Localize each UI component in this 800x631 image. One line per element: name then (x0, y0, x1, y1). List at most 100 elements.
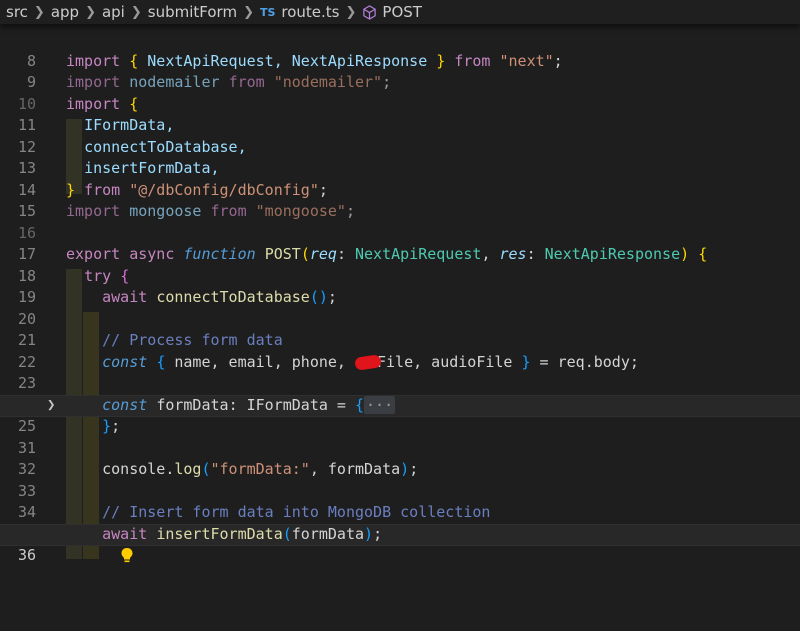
keyword: async (129, 245, 175, 263)
keyword: import (66, 73, 121, 91)
punct: ; (345, 202, 355, 220)
keyword: function (183, 245, 256, 263)
punct: ; (373, 524, 383, 543)
bracket: { (698, 245, 708, 263)
identifier: formData (156, 395, 229, 414)
bracket: } (66, 180, 76, 199)
typescript-file-icon: TS (259, 5, 276, 19)
fold-chevron-icon[interactable]: ❯ (47, 395, 55, 417)
keyword: import (66, 202, 121, 220)
keyword: from (210, 202, 247, 220)
code-line: 9 import { NextApiRequest, NextApiRespon… (0, 51, 800, 92)
punct: : (228, 395, 247, 414)
punct: , (309, 460, 328, 478)
code-line: 31 }; (0, 416, 800, 457)
code-line: 15 } from "@/dbConfig/dbConfig"; (0, 180, 800, 221)
breadcrumb-item-api[interactable]: api (102, 3, 125, 21)
import-names: NextApiRequest, NextApiResponse (138, 51, 437, 70)
keyword: await (102, 288, 148, 306)
bracket: { (120, 266, 130, 285)
code-line: 8 (0, 29, 800, 70)
punct: ; (318, 180, 328, 199)
folded-region-ellipsis[interactable]: ··· (364, 395, 396, 414)
identifier: name, email, phone, (165, 352, 355, 371)
keyword: from (228, 73, 265, 91)
string: "nodemailer" (273, 73, 383, 91)
breadcrumb-file-name[interactable]: route.ts (281, 3, 339, 21)
code-line: 20 await connectToDatabase(); (0, 287, 800, 328)
code-line: 12 IFormData, (0, 115, 800, 156)
code-editor[interactable]: 8 9 import { NextApiRequest, NextApiResp… (0, 24, 800, 564)
string: "next" (499, 51, 554, 70)
identifier: formData (291, 524, 365, 543)
identifier: req.body; (557, 352, 639, 371)
bracket: () (309, 288, 328, 306)
identifier: IFormData, (84, 116, 175, 134)
breadcrumb-item-app[interactable]: app (51, 3, 79, 21)
code-line: 11 import { (0, 94, 800, 135)
keyword: export (66, 245, 121, 263)
keyword: import (66, 94, 121, 113)
comment: // Insert form data into MongoDB collect… (102, 503, 491, 521)
punct: ; (409, 460, 419, 478)
punct: ; (382, 73, 392, 91)
chevron-right-icon: ❯ (345, 4, 357, 20)
code-line: 16 import mongoose from "mongoose"; (0, 201, 800, 242)
code-line: 34 (0, 481, 800, 521)
bracket: ( (300, 245, 310, 263)
code-line: 18 export async function POST(req: NextA… (0, 244, 800, 285)
breadcrumb-symbol[interactable]: POST (382, 3, 422, 21)
punct: : (336, 245, 355, 263)
code-line: 25 ❯ const formData: IFormData = {··· (0, 394, 800, 435)
comment: // Process form data (102, 331, 283, 349)
keyword: await (102, 524, 148, 543)
bracket: } (102, 417, 112, 435)
code-line: 36 await insertFormData(formData); (0, 523, 800, 564)
bracket: ) (364, 524, 374, 543)
punct: , (481, 245, 500, 263)
code-line: 33 console.log("formData:", formData); (0, 459, 800, 500)
type: NextApiResponse (544, 245, 681, 263)
keyword: const (102, 395, 148, 414)
string: "formData:" (210, 460, 310, 478)
code-line: 21 (0, 309, 800, 349)
breadcrumb: src ❯ app ❯ api ❯ submitForm ❯ TS route.… (0, 0, 800, 24)
bracket: { (129, 94, 139, 113)
keyword: try (84, 266, 112, 285)
breadcrumb-item-src[interactable]: src (6, 3, 28, 21)
bracket: { (129, 51, 139, 70)
parameter: res (499, 245, 527, 263)
code-line: 13 connectToDatabase, (0, 137, 800, 178)
code-line: 24 (0, 373, 800, 414)
function-name: POST (264, 245, 301, 263)
operator: = (530, 352, 558, 371)
identifier: console (102, 460, 166, 478)
identifier: mongoose (120, 202, 211, 220)
keyword: const (102, 352, 148, 371)
code-line: 14 insertFormData, (0, 158, 800, 199)
punct: ; (553, 51, 563, 70)
code-line: 19 try { (0, 266, 800, 307)
identifier: nodemailer (120, 73, 229, 91)
bracket: ) (680, 245, 690, 263)
chevron-right-icon: ❯ (130, 4, 142, 20)
parameter: req (309, 245, 337, 263)
identifier: File, audioFile (377, 352, 522, 371)
code-line: 32 (0, 438, 800, 478)
punct: ; (111, 417, 121, 435)
bracket: } (436, 51, 446, 70)
bracket: ( (282, 524, 292, 543)
code-line: 17 (0, 223, 800, 263)
breadcrumb-item-submitform[interactable]: submitForm (148, 3, 237, 21)
code-line: 22 // Process form data (0, 330, 800, 371)
punct: ; (327, 288, 337, 306)
type: NextApiRequest (355, 245, 482, 263)
code-line: 35 // Insert form data into MongoDB coll… (0, 502, 800, 543)
chevron-right-icon: ❯ (85, 4, 96, 20)
bracket: ) (400, 460, 410, 478)
type: IFormData (246, 395, 328, 414)
bracket: } (521, 352, 531, 371)
string: "@/dbConfig/dbConfig" (129, 180, 319, 199)
function-name: connectToDatabase (156, 288, 310, 306)
identifier: insertFormData, (84, 159, 220, 177)
